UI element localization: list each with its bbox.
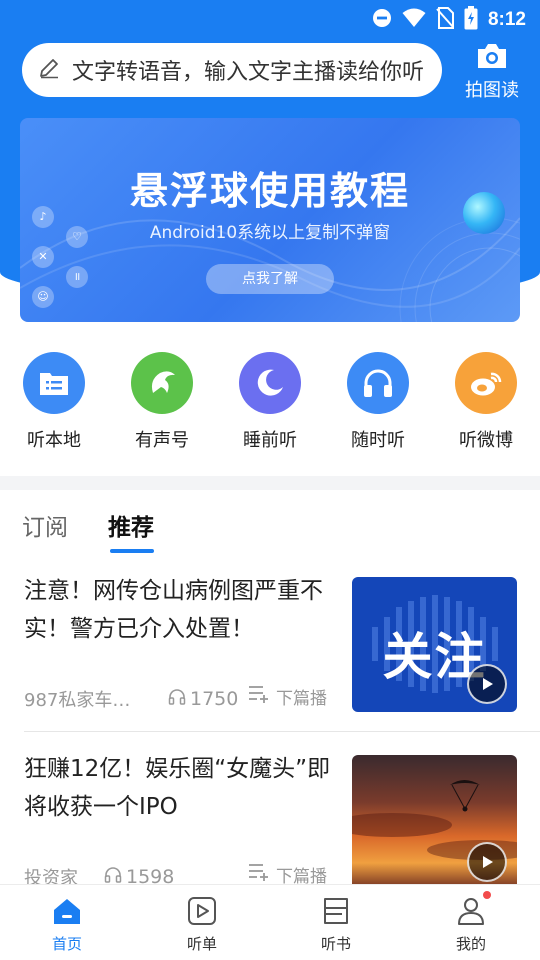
nav-profile[interactable]: 我的 <box>426 891 516 954</box>
pause-icon: ॥ <box>66 266 88 288</box>
close-icon: ✕ <box>32 246 54 268</box>
banner-title: 悬浮球使用教程 <box>129 169 410 213</box>
photo-read-button[interactable]: 拍图读 <box>458 42 526 102</box>
category-local[interactable]: 听本地 <box>0 352 108 452</box>
nav-home-label: 首页 <box>51 935 82 953</box>
nav-home[interactable]: 首页 <box>22 895 112 954</box>
queue-add-icon <box>248 684 270 709</box>
nav-playlist-label: 听单 <box>186 935 217 953</box>
edit-pencil-icon <box>38 57 60 83</box>
play-next-button[interactable]: 下篇播 <box>248 684 327 709</box>
article-title: 狂赚12亿！娱乐圈“女魔头”即将收获一个IPO <box>24 756 331 820</box>
play-icon[interactable] <box>467 842 507 882</box>
category-audio-account[interactable]: 有声号 <box>108 352 216 452</box>
section-divider <box>0 476 540 490</box>
search-placeholder: 文字转语音，输入文字主播读给你听 <box>72 60 425 85</box>
play-icon[interactable] <box>467 664 507 704</box>
floating-ball-icon <box>463 192 505 234</box>
weibo-icon <box>455 352 517 414</box>
article-meta: 987私家车… 1750 <box>24 686 238 712</box>
category-label: 随时听 <box>351 430 405 451</box>
category-label: 听微博 <box>459 430 513 451</box>
status-bar: 8:12 <box>0 0 540 36</box>
bottom-navigation: 首页 听单 听书 我的 <box>0 884 540 960</box>
tab-recommend[interactable]: 推荐 <box>108 508 154 542</box>
avatar-icon: ☺ <box>32 286 54 308</box>
category-weibo[interactable]: 听微博 <box>432 352 540 452</box>
category-bedtime[interactable]: 睡前听 <box>216 352 324 452</box>
headphones-icon <box>347 352 409 414</box>
folder-list-icon <box>23 352 85 414</box>
no-sim-icon <box>436 7 454 33</box>
notification-dot <box>483 891 491 899</box>
category-anytime[interactable]: 随时听 <box>324 352 432 452</box>
nav-profile-label: 我的 <box>455 935 486 953</box>
category-row: 听本地 有声号 睡前听 随时听 听微博 <box>0 352 540 462</box>
play-list-icon <box>186 895 218 927</box>
camera-icon <box>475 44 509 74</box>
article-plays: 1750 <box>168 688 238 711</box>
banner-learn-more-button[interactable]: 点我了解 <box>206 264 334 294</box>
banner-subtitle: Android10系统以上复制不弹窗 <box>149 223 391 243</box>
user-icon <box>455 891 491 927</box>
article-thumbnail[interactable] <box>352 755 517 890</box>
article-title: 注意！网传仓山病例图严重不实！警方已介入处置！ <box>24 578 323 642</box>
photo-read-label: 拍图读 <box>465 80 519 101</box>
article-source: 987私家车… <box>24 690 131 711</box>
dolphin-icon <box>131 352 193 414</box>
nav-books-label: 听书 <box>320 935 351 953</box>
do-not-disturb-icon <box>372 8 392 32</box>
article-play-count: 1750 <box>190 688 239 710</box>
tab-subscribe[interactable]: 订阅 <box>22 508 68 542</box>
promo-banner[interactable]: ♪ ✕ ☺ ♡ ॥ 悬浮球使用教程 Android10系统以上复制不弹窗 点我了… <box>20 118 520 322</box>
battery-charging-icon <box>464 6 478 34</box>
category-label: 睡前听 <box>243 430 297 451</box>
home-icon <box>51 895 83 927</box>
category-label: 有声号 <box>135 430 189 451</box>
book-icon <box>320 895 352 927</box>
article-thumbnail[interactable]: 关注 <box>352 577 517 712</box>
active-tab-indicator <box>110 549 154 553</box>
list-separator <box>24 731 540 732</box>
nav-playlist[interactable]: 听单 <box>157 895 247 954</box>
moon-icon <box>239 352 301 414</box>
category-label: 听本地 <box>27 430 81 451</box>
play-next-label: 下篇播 <box>276 689 327 709</box>
headphones-small-icon <box>168 688 186 711</box>
wifi-icon <box>402 8 426 32</box>
search-input[interactable]: 文字转语音，输入文字主播读给你听 <box>22 43 442 97</box>
nav-books[interactable]: 听书 <box>291 895 381 954</box>
status-time: 8:12 <box>487 9 526 30</box>
